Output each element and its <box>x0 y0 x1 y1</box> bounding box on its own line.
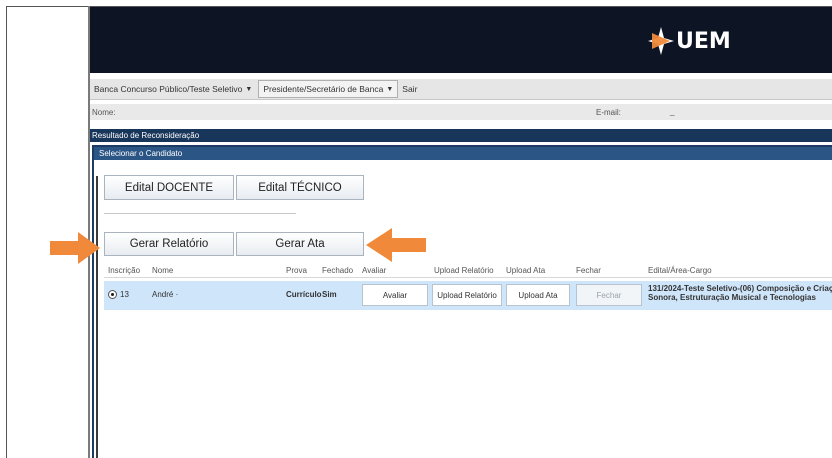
uem-logo: UEM <box>648 25 731 57</box>
menu-banca-concurso[interactable]: Banca Concurso Público/Teste Seletivo ▼ <box>90 81 256 97</box>
menu-bar: Banca Concurso Público/Teste Seletivo ▼ … <box>90 79 832 100</box>
user-info-row: Nome: E-mail: _ <box>90 104 832 120</box>
upload-relatorio-button[interactable]: Upload Relatório <box>432 284 502 306</box>
cell-inscricao: 13 <box>120 290 129 299</box>
email-label: E-mail: <box>596 107 621 117</box>
col-inscricao[interactable]: Inscrição <box>108 266 140 275</box>
arrow-left-icon <box>366 228 426 262</box>
col-nome[interactable]: Nome <box>152 266 173 275</box>
logo-text: UEM <box>676 28 731 54</box>
row-select-radio[interactable] <box>108 290 117 299</box>
header-banner: UEM <box>90 7 832 73</box>
avaliar-button[interactable]: Avaliar <box>362 284 428 306</box>
col-avaliar[interactable]: Avaliar <box>362 266 386 275</box>
edital-tabs: Edital DOCENTE Edital TÉCNICO <box>104 175 366 200</box>
name-label: Nome: <box>92 107 116 117</box>
divider <box>104 213 296 214</box>
col-upload-relatorio[interactable]: Upload Relatório <box>434 266 494 275</box>
gerar-relatorio-button[interactable]: Gerar Relatório <box>104 232 234 256</box>
edital-line-1: 131/2024-Teste Seletivo-(06) Composição … <box>648 284 832 293</box>
tab-edital-docente[interactable]: Edital DOCENTE <box>104 175 234 200</box>
menu-presidente-secretario[interactable]: Presidente/Secretário de Banca ▼ <box>258 80 399 98</box>
col-fechado[interactable]: Fechado <box>322 266 353 275</box>
col-edital-area-cargo[interactable]: Edital/Área-Cargo <box>648 266 712 275</box>
table-row[interactable]: 13 André · Currículo Sim Avaliar Upload … <box>104 281 832 310</box>
col-fechar[interactable]: Fechar <box>576 266 601 275</box>
cell-prova: Currículo <box>286 290 322 299</box>
menu-presidente-secretario-label: Presidente/Secretário de Banca <box>263 84 384 94</box>
arrow-right-icon <box>50 232 100 264</box>
email-value: _ <box>670 107 675 116</box>
caret-down-icon: ▼ <box>386 85 394 93</box>
grid-header: Inscrição Nome Prova Fechado Avaliar Upl… <box>104 264 832 278</box>
uem-star-icon <box>648 27 674 55</box>
menu-sair[interactable]: Sair <box>398 81 421 97</box>
cell-nome: André · <box>152 290 179 299</box>
panel-title: Selecionar o Candidato <box>94 147 832 160</box>
section-title-bar: Resultado de Reconsideração <box>90 129 832 142</box>
col-prova[interactable]: Prova <box>286 266 307 275</box>
menu-banca-concurso-label: Banca Concurso Público/Teste Seletivo <box>94 84 243 94</box>
col-upload-ata[interactable]: Upload Ata <box>506 266 545 275</box>
gerar-ata-button[interactable]: Gerar Ata <box>236 232 364 256</box>
menu-sair-label: Sair <box>402 84 418 94</box>
fechar-button[interactable]: Fechar <box>576 284 642 306</box>
tab-edital-tecnico[interactable]: Edital TÉCNICO <box>236 175 364 200</box>
upload-ata-button[interactable]: Upload Ata <box>506 284 570 306</box>
cell-edital-area-cargo: 131/2024-Teste Seletivo-(06) Composição … <box>648 284 832 302</box>
caret-down-icon: ▼ <box>245 85 253 93</box>
edital-line-2: Sonora, Estruturação Musical e Tecnologi… <box>648 293 816 302</box>
panel-inner-border <box>96 176 98 458</box>
cell-fechado: Sim <box>322 290 337 299</box>
action-buttons: Gerar Relatório Gerar Ata <box>104 232 366 256</box>
